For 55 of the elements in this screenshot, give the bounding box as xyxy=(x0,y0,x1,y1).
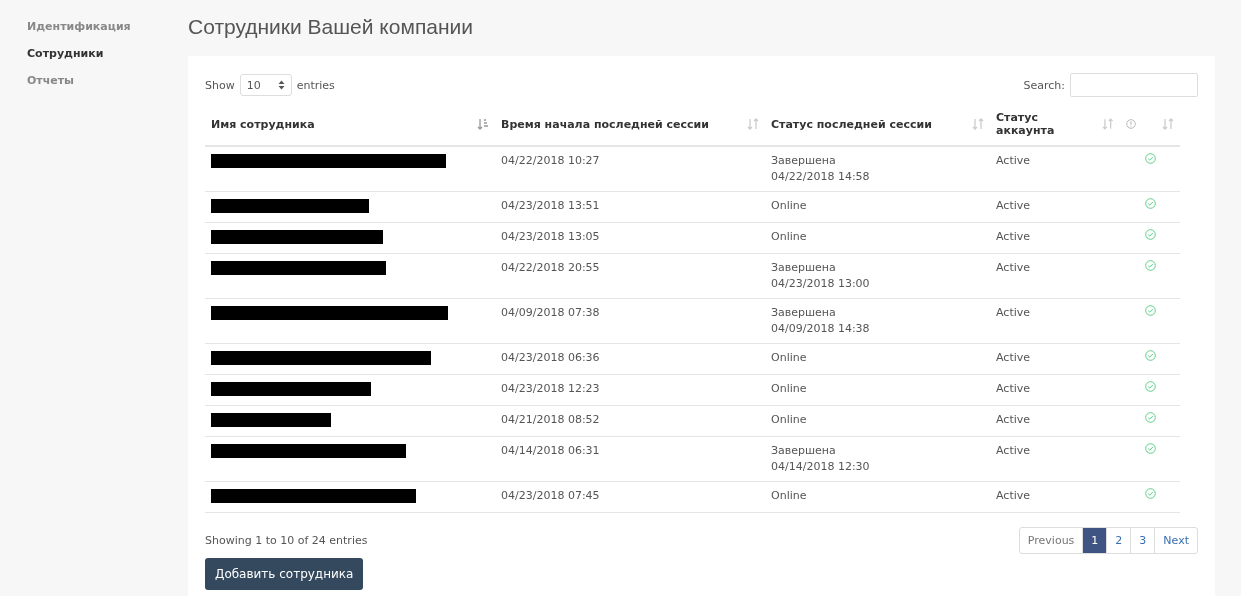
table-cell-text: Завершена 04/14/2018 12:30 xyxy=(771,443,871,475)
table-cell: 04/09/2018 07:38 xyxy=(501,306,600,319)
table-cell-text: Завершена 04/23/2018 13:00 xyxy=(771,260,871,292)
column-header[interactable]: Статус аккаунта xyxy=(990,103,1120,146)
table-cell: Active xyxy=(996,351,1031,364)
sort-icon xyxy=(747,118,759,130)
table-cell-text: Online xyxy=(771,198,808,214)
table-cell: Active xyxy=(996,382,1031,395)
page-button[interactable]: 1 xyxy=(1082,528,1107,553)
previous-button[interactable]: Previous xyxy=(1019,528,1083,553)
table-cell: Active xyxy=(996,489,1031,502)
table-cell: 04/23/2018 12:23 xyxy=(501,382,600,395)
table-cell-text: Завершена 04/09/2018 14:38 xyxy=(771,305,871,337)
table-cell: Active xyxy=(996,230,1031,243)
page-title: Сотрудники Вашей компании xyxy=(188,15,474,39)
column-header[interactable]: Имя сотрудника xyxy=(205,103,495,146)
table-cell-text: Online xyxy=(771,350,808,366)
table-cell: 04/21/2018 08:52 xyxy=(501,413,600,426)
add-employee-button[interactable]: Добавить сотрудника xyxy=(205,558,364,590)
table-cell: 04/22/2018 20:55 xyxy=(501,261,600,274)
entries-select[interactable]: 10 xyxy=(239,74,292,96)
page-button[interactable]: 3 xyxy=(1130,528,1155,553)
column-header[interactable]: Статус последней сессии xyxy=(765,103,990,146)
table-cell: Active xyxy=(996,413,1031,426)
entries-info: Showing 1 to 10 of 24 entries xyxy=(205,534,368,547)
table-cell-text: Online xyxy=(771,412,808,428)
table-cell: 04/23/2018 13:51 xyxy=(501,199,600,212)
table-cell: 04/22/2018 10:27 xyxy=(501,154,600,167)
sidebar-item[interactable]: Сотрудники xyxy=(27,47,104,60)
info-circle-icon xyxy=(1126,119,1136,129)
page-button[interactable]: 2 xyxy=(1106,528,1131,553)
table-cell: Active xyxy=(996,444,1031,457)
show-label: Show xyxy=(205,78,235,92)
table-cell: 04/14/2018 06:31 xyxy=(501,444,600,457)
table-cell: Active xyxy=(996,261,1031,274)
search-field[interactable] xyxy=(1070,73,1198,97)
table-cell: Active xyxy=(996,154,1031,167)
search-label: Search: xyxy=(1023,78,1065,92)
table-cell-text: Завершена 04/22/2018 14:58 xyxy=(771,153,871,185)
sort-icon xyxy=(972,118,984,130)
column-header[interactable]: Время начала последней сессии xyxy=(495,103,765,146)
table-cell: 04/23/2018 13:05 xyxy=(501,230,600,243)
next-button[interactable]: Next xyxy=(1154,528,1197,553)
table-cell: Active xyxy=(996,199,1031,212)
table-cell-text: Online xyxy=(771,229,808,245)
table-cell: 04/23/2018 06:36 xyxy=(501,351,600,364)
table-cell-text: Online xyxy=(771,488,808,504)
table-cell-text: Online xyxy=(771,381,808,397)
sort-icon xyxy=(1102,118,1114,130)
sort-icon xyxy=(1162,118,1174,130)
table-cell: Active xyxy=(996,306,1031,319)
table-cell: 04/23/2018 07:45 xyxy=(501,489,600,502)
entries-label: entries xyxy=(296,78,335,92)
updown-caret-icon xyxy=(277,80,285,90)
sort-ascending-icon xyxy=(477,118,489,130)
